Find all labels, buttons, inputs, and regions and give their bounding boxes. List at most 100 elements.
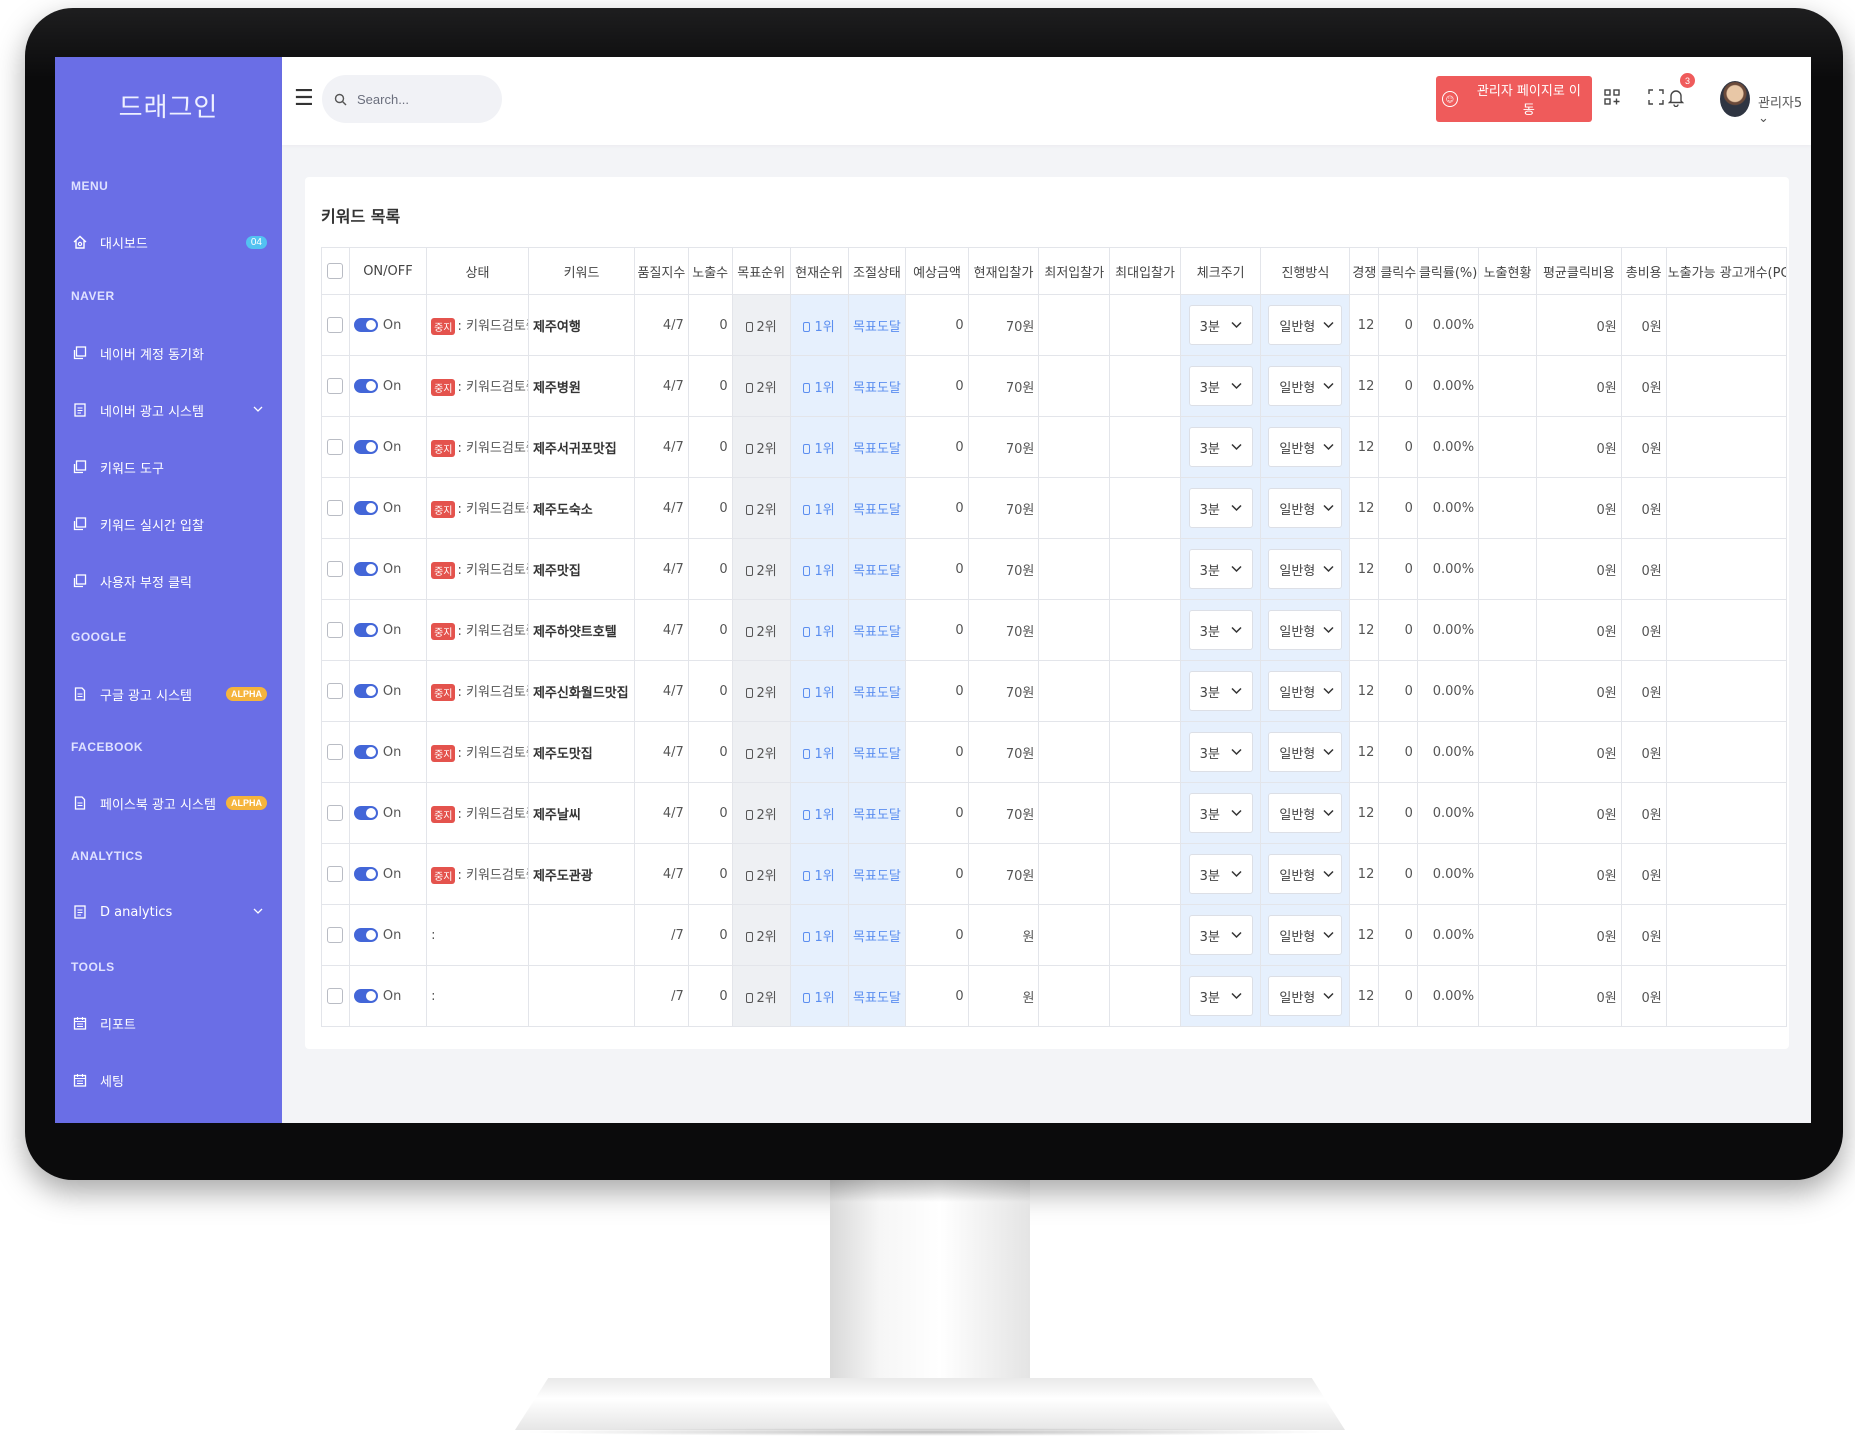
mode-select[interactable]: 일반형 (1268, 915, 1343, 955)
sidebar-item-naver-account-sync[interactable]: 네이버 계정 동기화 (71, 340, 271, 366)
onoff-cell[interactable]: On (348, 660, 428, 722)
onoff-toggle[interactable] (353, 684, 378, 698)
sidebar-item-keyword-realtime-bid[interactable]: 키워드 실시간 입찰 (71, 511, 271, 537)
row-select-cell[interactable] (321, 904, 350, 966)
mode-select[interactable]: 일반형 (1268, 488, 1343, 528)
check-cycle-select[interactable]: 3분 (1188, 976, 1253, 1016)
row-checkbox[interactable] (327, 805, 344, 821)
mode-select[interactable]: 일반형 (1268, 793, 1343, 833)
sidebar-item-naver-ad-system[interactable]: 네이버 광고 시스템 (71, 397, 271, 423)
check-cycle-select[interactable]: 3분 (1188, 793, 1253, 833)
row-checkbox[interactable] (327, 866, 344, 882)
mode-select[interactable]: 일반형 (1268, 305, 1343, 345)
mode-select[interactable]: 일반형 (1268, 732, 1343, 772)
mode-select[interactable]: 일반형 (1268, 976, 1343, 1016)
mode-select[interactable]: 일반형 (1268, 610, 1343, 650)
check-cycle-select[interactable]: 3분 (1188, 366, 1253, 406)
avatar[interactable] (1720, 81, 1750, 117)
onoff-cell[interactable]: On (348, 538, 428, 600)
onoff-toggle[interactable] (353, 989, 378, 1003)
mode-select[interactable]: 일반형 (1268, 366, 1343, 406)
mode-select[interactable]: 일반형 (1268, 427, 1343, 467)
check-cycle-select[interactable]: 3분 (1188, 549, 1253, 589)
search-input[interactable] (355, 90, 479, 108)
onoff-cell[interactable]: On (348, 904, 428, 966)
row-checkbox[interactable] (327, 927, 344, 943)
row-select-cell[interactable] (321, 660, 350, 722)
onoff-cell[interactable]: On (348, 965, 428, 1027)
sidebar-item-keyword-tool[interactable]: 키워드 도구 (71, 454, 271, 480)
row-select-cell[interactable] (321, 782, 350, 844)
row-select-cell[interactable] (321, 721, 350, 783)
mobile-icon (803, 443, 811, 454)
check-cycle-select[interactable]: 3분 (1188, 732, 1253, 772)
sidebar-item-dashboard[interactable]: 대시보드 04 (71, 229, 271, 255)
sidebar-item-d-analytics[interactable]: D analytics (71, 899, 271, 925)
row-select-cell[interactable] (321, 416, 350, 478)
onoff-cell[interactable]: On (348, 599, 428, 661)
keyword-cell: 제주도숙소 (527, 477, 636, 539)
onoff-toggle[interactable] (353, 501, 378, 515)
onoff-cell[interactable]: On (348, 416, 428, 478)
row-select-cell[interactable] (321, 599, 350, 661)
check-cycle-select[interactable]: 3분 (1188, 427, 1253, 467)
row-checkbox[interactable] (327, 439, 344, 455)
onoff-toggle[interactable] (353, 440, 378, 454)
check-cycle-select[interactable]: 3분 (1188, 854, 1253, 894)
row-checkbox[interactable] (327, 561, 344, 577)
onoff-cell[interactable]: On (348, 721, 428, 783)
check-cycle-select[interactable]: 3분 (1188, 671, 1253, 711)
onoff-toggle[interactable] (353, 318, 378, 332)
row-checkbox[interactable] (327, 317, 344, 333)
mode-select[interactable]: 일반형 (1268, 854, 1343, 894)
sidebar-item-report[interactable]: 리포트 (71, 1010, 271, 1036)
row-select-cell[interactable] (321, 965, 350, 1027)
mode-select[interactable]: 일반형 (1268, 549, 1343, 589)
sidebar-item-facebook-ad-system[interactable]: 페이스북 광고 시스템 ALPHA (71, 790, 271, 816)
row-checkbox[interactable] (327, 378, 344, 394)
row-select-cell[interactable] (321, 355, 350, 417)
sidebar-item-google-ad-system[interactable]: 구글 광고 시스템 ALPHA (71, 681, 271, 707)
row-checkbox[interactable] (327, 500, 344, 516)
mode-cell: 일반형 (1260, 660, 1351, 722)
select-all-checkbox[interactable] (327, 263, 344, 279)
header-cell: 클릭수 (1378, 247, 1418, 295)
onoff-cell[interactable]: On (348, 782, 428, 844)
header-select-all[interactable] (321, 247, 350, 295)
onoff-toggle[interactable] (353, 806, 378, 820)
onoff-toggle[interactable] (353, 745, 378, 759)
onoff-toggle[interactable] (353, 623, 378, 637)
check-cycle-select[interactable]: 3분 (1188, 610, 1253, 650)
mode-select[interactable]: 일반형 (1268, 671, 1343, 711)
onoff-toggle[interactable] (353, 867, 378, 881)
onoff-toggle[interactable] (353, 379, 378, 393)
sidebar-item-settings[interactable]: 세팅 (71, 1067, 271, 1093)
row-checkbox[interactable] (327, 988, 344, 1004)
apps-icon[interactable] (1600, 85, 1624, 109)
onoff-cell[interactable]: On (348, 843, 428, 905)
row-select-cell[interactable] (321, 538, 350, 600)
sidebar-item-fraud-click[interactable]: 사용자 부정 클릭 (71, 568, 271, 594)
search-box[interactable] (322, 75, 502, 123)
onoff-toggle[interactable] (353, 928, 378, 942)
hamburger-menu-icon[interactable]: ☰ (294, 85, 314, 111)
bell-icon[interactable] (1664, 85, 1688, 109)
document-icon (71, 903, 89, 921)
row-select-cell[interactable] (321, 294, 350, 356)
row-select-cell[interactable] (321, 843, 350, 905)
user-menu[interactable]: 관리자5 ⌄ (1758, 92, 1811, 126)
onoff-cell[interactable]: On (348, 477, 428, 539)
mode-cell: 일반형 (1260, 355, 1351, 417)
row-select-cell[interactable] (321, 477, 350, 539)
row-checkbox[interactable] (327, 683, 344, 699)
check-cycle-select[interactable]: 3분 (1188, 915, 1253, 955)
row-checkbox[interactable] (327, 744, 344, 760)
go-to-admin-button[interactable]: ☺ 관리자 페이지로 이동 (1436, 76, 1592, 122)
check-cycle-select[interactable]: 3분 (1188, 305, 1253, 345)
row-checkbox[interactable] (327, 622, 344, 638)
onoff-toggle[interactable] (353, 562, 378, 576)
check-cycle-select[interactable]: 3분 (1188, 488, 1253, 528)
onoff-cell[interactable]: On (348, 294, 428, 356)
onoff-cell[interactable]: On (348, 355, 428, 417)
brand-logo[interactable]: 드래그인 (55, 87, 282, 124)
